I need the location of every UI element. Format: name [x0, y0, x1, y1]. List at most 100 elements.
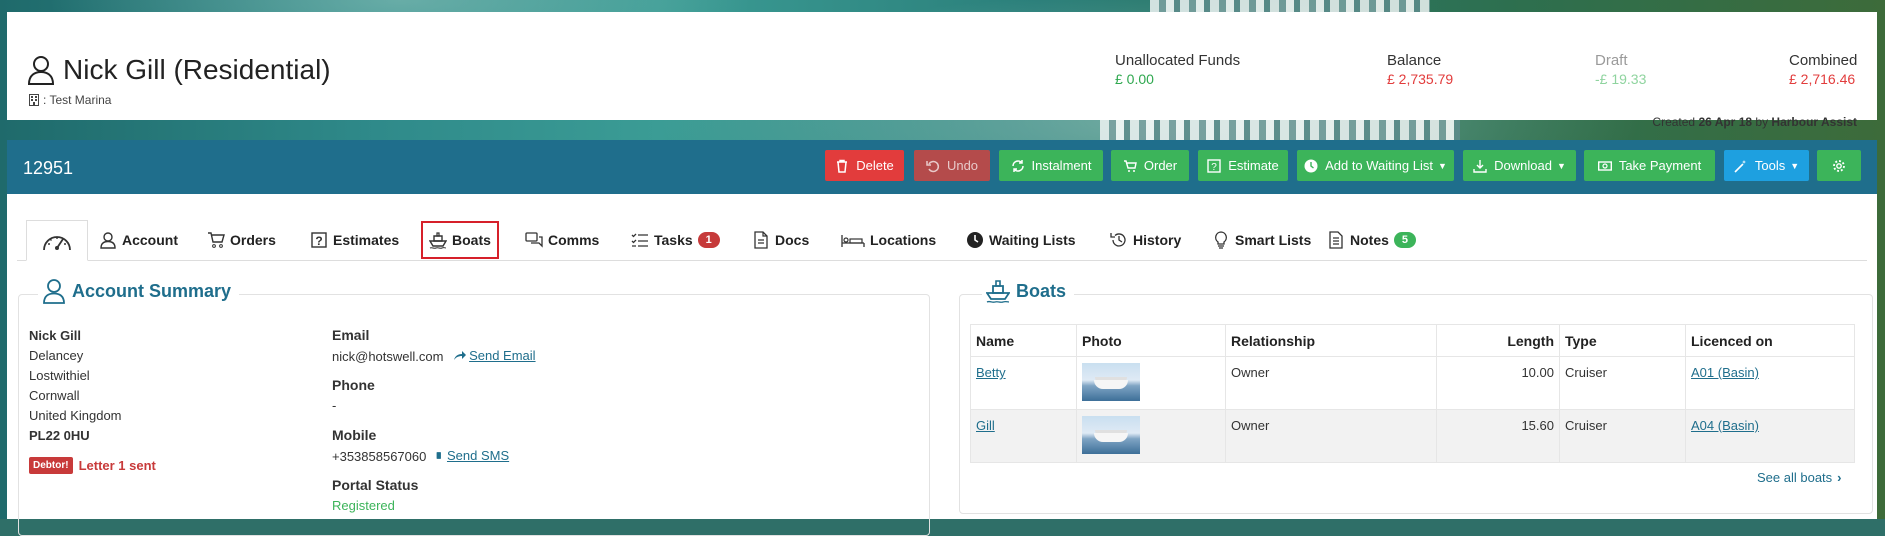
estimate-icon: ?	[1207, 158, 1221, 173]
delete-label: Delete	[856, 158, 894, 173]
instalment-label: Instalment	[1031, 158, 1092, 173]
tab-locations[interactable]: Locations	[841, 220, 936, 260]
portal-status-value: Registered	[332, 498, 395, 513]
take-payment-button[interactable]: Take Payment	[1584, 150, 1715, 181]
tools-label: Tools	[1754, 158, 1786, 173]
customer-marina: : Test Marina	[29, 93, 111, 107]
col-type[interactable]: Type	[1559, 324, 1686, 357]
estimate-icon: ?	[311, 232, 327, 248]
waiting-list-label: Add to Waiting List	[1325, 158, 1433, 173]
licenced-berth-link[interactable]: A01 (Basin)	[1691, 365, 1759, 380]
address-line2: Lostwithiel	[29, 368, 90, 383]
tab-dashboard[interactable]	[26, 220, 88, 261]
see-all-boats-link[interactable]: See all boats ›	[1757, 470, 1842, 485]
draft: Draft -£ 19.33	[1595, 52, 1646, 87]
col-name[interactable]: Name	[970, 324, 1077, 357]
boat-icon	[986, 280, 1010, 303]
tab-estimates-label: Estimates	[333, 232, 400, 248]
see-all-boats-label: See all boats	[1757, 470, 1833, 485]
address-line1: Delancey	[29, 348, 84, 363]
unallocated-value: £ 0.00	[1115, 71, 1154, 87]
combined: Combined £ 2,716.46	[1789, 52, 1857, 87]
email-value: nick@hotswell.com	[332, 349, 444, 364]
col-relationship[interactable]: Relationship	[1225, 324, 1437, 357]
caret-down-icon: ▼	[1556, 160, 1566, 171]
main-content: Account Orders ? Estimates Boats Comms T…	[7, 194, 1877, 536]
boat-relationship: Owner	[1225, 356, 1437, 410]
tools-button[interactable]: Tools ▼	[1724, 150, 1809, 181]
background-marina-detail	[1150, 0, 1430, 12]
tab-comms-label: Comms	[548, 232, 600, 248]
cart-icon	[208, 232, 225, 248]
undo-icon	[926, 160, 939, 172]
send-sms-link[interactable]: Send SMS	[436, 448, 509, 463]
caret-down-icon: ▼	[1437, 160, 1447, 171]
unallocated-funds: Unallocated Funds £ 0.00	[1115, 52, 1240, 87]
add-to-waiting-list-button[interactable]: Add to Waiting List ▼	[1297, 150, 1454, 181]
created-by-word: by	[1755, 115, 1769, 129]
portal-status-field: Portal Status Registered	[332, 477, 418, 513]
tab-waiting-lists[interactable]: Waiting Lists	[966, 220, 1076, 260]
balance-label: Balance	[1387, 52, 1442, 69]
created-prefix: Created	[1652, 115, 1696, 129]
created-by: Harbour Assist	[1771, 115, 1857, 129]
combined-value: £ 2,716.46	[1789, 71, 1856, 87]
background-marina-detail	[1100, 118, 1460, 140]
building-icon	[29, 94, 39, 106]
estimate-button[interactable]: ? Estimate	[1198, 150, 1288, 181]
delete-button[interactable]: Delete	[825, 150, 904, 181]
phone-field: Phone -	[332, 377, 375, 413]
tab-tasks[interactable]: Tasks 1	[631, 220, 720, 260]
address-postcode: PL22 0HU	[29, 428, 90, 443]
settings-button[interactable]	[1817, 150, 1861, 181]
email-label: Email	[332, 327, 370, 343]
boat-photo[interactable]	[1082, 416, 1140, 454]
balance-value: £ 2,735.79	[1387, 71, 1454, 87]
send-email-label: Send Email	[469, 348, 536, 363]
action-toolbar: 12951 Delete Undo Instalment Order ? Est…	[7, 140, 1877, 194]
user-icon	[27, 56, 55, 85]
col-licenced[interactable]: Licenced on	[1685, 324, 1855, 357]
tab-waiting-lists-label: Waiting Lists	[989, 232, 1076, 248]
boat-name-link[interactable]: Betty	[976, 365, 1006, 380]
boats-heading: Boats	[1016, 280, 1067, 301]
tab-estimates[interactable]: ? Estimates	[310, 220, 399, 260]
undo-button[interactable]: Undo	[914, 150, 990, 181]
phone-icon	[436, 452, 441, 459]
boat-photo[interactable]	[1082, 363, 1140, 401]
boats-table: Name Photo Relationship Length Type Lice…	[970, 324, 1855, 463]
instalment-button[interactable]: Instalment	[999, 150, 1103, 181]
address-name: Nick Gill	[29, 328, 82, 343]
table-row: Gill Owner 15.60 Cruiser A04 (Basin)	[970, 409, 1855, 463]
tab-orders[interactable]: Orders	[207, 220, 276, 260]
share-icon	[454, 351, 467, 360]
tab-locations-label: Locations	[870, 232, 937, 248]
estimate-label: Estimate	[1228, 158, 1279, 173]
debtor-status: Debtor! Letter 1 sent	[29, 457, 156, 474]
tab-history-label: History	[1133, 232, 1182, 248]
berth-icon	[841, 235, 865, 247]
order-button[interactable]: Order	[1111, 150, 1189, 181]
tab-account-label: Account	[122, 232, 178, 248]
tab-notes[interactable]: Notes 5	[1327, 220, 1416, 260]
send-email-link[interactable]: Send Email	[453, 348, 536, 363]
phone-label: Phone	[332, 377, 375, 393]
repeat-icon	[1011, 159, 1024, 172]
tab-smart-lists[interactable]: Smart Lists	[1212, 220, 1311, 260]
tab-docs[interactable]: Docs	[752, 220, 809, 260]
download-button[interactable]: Download ▼	[1463, 150, 1576, 181]
boat-name-link[interactable]: Gill	[976, 418, 995, 433]
tab-boats[interactable]: Boats	[421, 221, 499, 259]
lightbulb-icon	[1215, 231, 1227, 249]
col-length[interactable]: Length	[1436, 324, 1560, 357]
tab-history[interactable]: History	[1110, 220, 1181, 260]
phone-value: -	[332, 398, 337, 413]
marina-name: : Test Marina	[43, 93, 112, 107]
tab-orders-label: Orders	[230, 232, 276, 248]
licenced-berth-link[interactable]: A04 (Basin)	[1691, 418, 1759, 433]
account-number: 12951	[23, 158, 74, 178]
tab-account[interactable]: Account	[99, 220, 178, 260]
combined-label: Combined	[1789, 52, 1858, 69]
tab-comms[interactable]: Comms	[525, 220, 599, 260]
clock-icon	[1304, 159, 1318, 172]
